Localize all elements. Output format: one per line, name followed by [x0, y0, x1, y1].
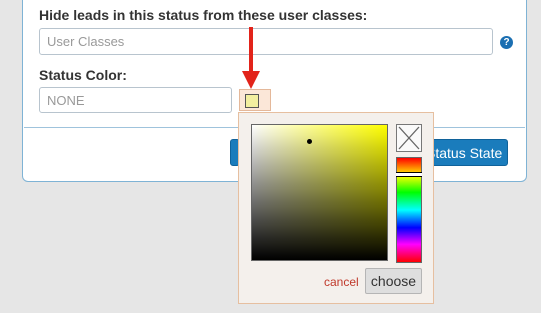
user-classes-placeholder: User Classes: [47, 34, 125, 49]
cancel-link[interactable]: cancel: [324, 275, 359, 289]
no-color-button[interactable]: [396, 124, 422, 152]
x-icon: [398, 126, 420, 150]
saturation-brightness-area[interactable]: [251, 124, 388, 261]
status-color-label: Status Color:: [39, 67, 127, 83]
status-color-value: NONE: [47, 92, 85, 108]
user-classes-input[interactable]: User Classes: [39, 28, 493, 55]
choose-button[interactable]: choose: [365, 268, 422, 294]
hue-slider[interactable]: [396, 157, 422, 263]
submit-button-label: Status State: [426, 144, 503, 161]
submit-button[interactable]: Status State: [421, 139, 508, 166]
color-swatch-button[interactable]: [239, 89, 271, 111]
hue-slider-handle[interactable]: [396, 172, 422, 177]
color-swatch-preview: [245, 94, 259, 108]
hide-leads-label: Hide leads in this status from these use…: [39, 7, 368, 23]
help-glyph: ?: [503, 37, 510, 48]
arrow-down-icon: [242, 27, 260, 89]
status-color-input[interactable]: NONE: [39, 87, 232, 113]
saturation-cursor[interactable]: [307, 139, 312, 144]
color-picker-popup: cancel choose: [238, 112, 434, 304]
question-circle-icon[interactable]: ?: [500, 36, 513, 49]
